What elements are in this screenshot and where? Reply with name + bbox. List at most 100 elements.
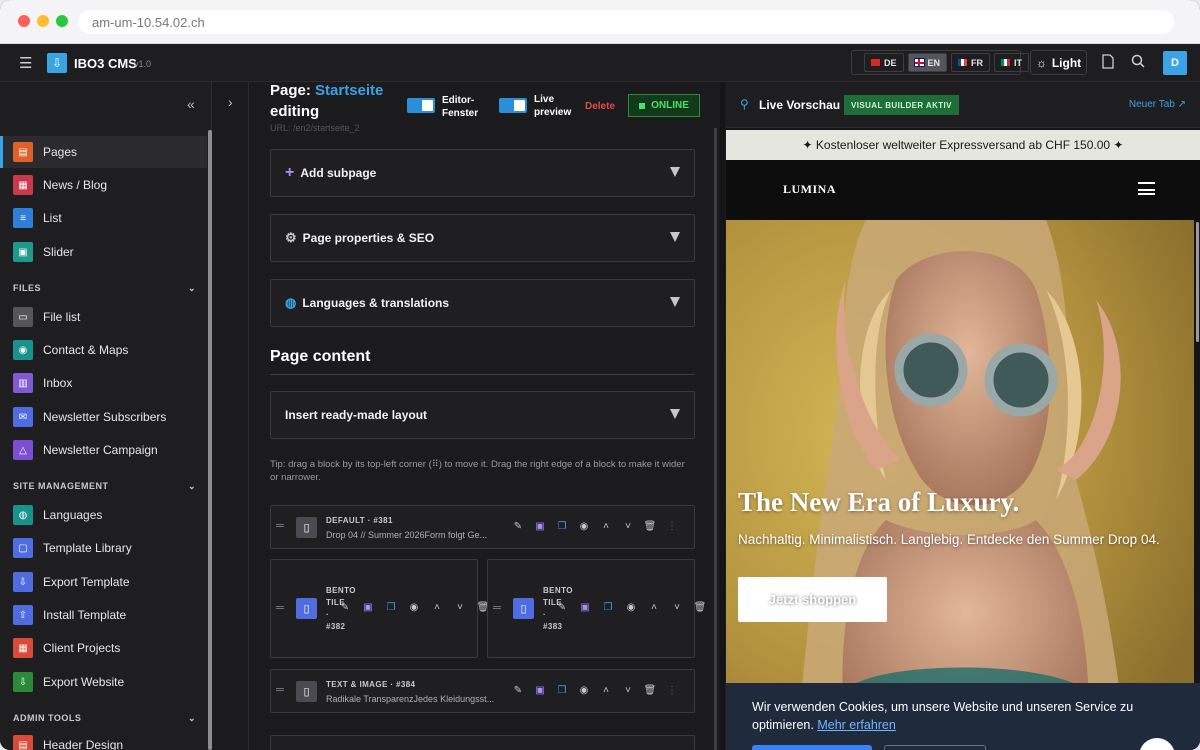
live-preview-toggle[interactable] — [499, 98, 527, 113]
page-properties-accordion[interactable]: ⚙ Page properties & SEO — [270, 214, 695, 262]
site-menu-icon[interactable] — [1138, 182, 1155, 195]
move-down-icon[interactable]: ˅ — [670, 602, 684, 613]
content-block-381[interactable]: ═ ▯ DEFAULT · #381 Drop 04 // Summer 202… — [270, 505, 695, 549]
cookie-decline-button[interactable] — [884, 745, 986, 750]
accessibility-icon[interactable] — [1139, 738, 1175, 750]
delete-page-button[interactable]: Delete — [585, 101, 615, 112]
sidebar-item-client-projects[interactable]: ▦ Client Projects — [0, 632, 207, 664]
sidebar-item-newsletter-subscribers[interactable]: ✉ Newsletter Subscribers — [0, 401, 207, 433]
sidebar-item-newsletter-campaign[interactable]: △ Newsletter Campaign — [0, 434, 207, 466]
copy-icon[interactable]: ❐ — [384, 602, 398, 613]
hamburger-menu-icon[interactable]: ☰ — [19, 54, 32, 72]
languages-translations-accordion[interactable]: ◍ Languages & translations — [270, 279, 695, 327]
sidebar-item-export-website[interactable]: ⇩ Export Website — [0, 666, 207, 698]
online-status-button[interactable]: ONLINE — [628, 94, 700, 117]
copy-icon[interactable]: ❐ — [555, 521, 569, 532]
maximize-window-button[interactable] — [56, 15, 68, 27]
more-icon[interactable]: ⋮ — [665, 521, 679, 532]
drag-handle-icon[interactable]: ═ — [276, 602, 284, 614]
sidebar-item-slider[interactable]: ▣ Slider — [0, 236, 207, 268]
sidebar-item-news-blog[interactable]: ▦ News / Blog — [0, 169, 207, 201]
more-icon[interactable]: ⋮ — [665, 685, 679, 696]
paste-icon[interactable]: ▣ — [533, 521, 547, 532]
eye-icon[interactable]: ◉ — [577, 521, 591, 532]
cookie-accept-button[interactable] — [752, 745, 872, 750]
caret-down-icon — [670, 409, 680, 419]
sidebar-item-inbox[interactable]: ▥ Inbox — [0, 367, 207, 399]
lang-en-label: EN — [927, 57, 941, 68]
move-up-icon[interactable]: ˄ — [647, 602, 661, 613]
copy-icon[interactable]: ❐ — [555, 685, 569, 696]
preview-scrollbar[interactable] — [1196, 222, 1199, 342]
sidebar-item-languages[interactable]: ◍ Languages — [0, 499, 207, 531]
panel-resizer[interactable] — [720, 82, 725, 750]
lang-en-button[interactable]: EN — [907, 53, 948, 72]
sidebar-scrollbar[interactable] — [208, 130, 212, 750]
expand-tree-icon[interactable]: › — [228, 94, 233, 110]
close-window-button[interactable] — [18, 15, 30, 27]
lang-fr-button[interactable]: FR — [951, 53, 991, 72]
document-icon[interactable] — [1102, 54, 1114, 72]
content-block-382[interactable]: ═ ▯ BENTO TILE · #382 ✎ ▣ ❐ ◉ ˄ ˅ 🗑 — [270, 559, 489, 658]
collapse-sidebar-icon[interactable]: « — [187, 96, 195, 112]
drag-handle-icon[interactable]: ═ — [493, 602, 501, 614]
sidebar-item-contact-maps[interactable]: ◉ Contact & Maps — [0, 334, 207, 366]
paste-icon[interactable]: ▣ — [578, 602, 592, 613]
trash-icon[interactable]: 🗑 — [643, 685, 657, 696]
sidebar-item-list[interactable]: ≡ List — [0, 202, 207, 234]
paste-icon[interactable]: ▣ — [361, 602, 375, 613]
copy-icon[interactable]: ❐ — [601, 602, 615, 613]
move-up-icon[interactable]: ˄ — [599, 685, 613, 696]
shop-now-button[interactable]: Jetzt shoppen — [738, 577, 887, 622]
content-block-next[interactable] — [270, 735, 695, 750]
projects-icon: ▦ — [13, 638, 33, 658]
site-logo[interactable]: LUMINA — [783, 182, 836, 197]
edit-icon[interactable]: ✎ — [555, 602, 569, 613]
move-down-icon[interactable]: ˅ — [453, 602, 467, 613]
user-avatar[interactable]: D — [1163, 51, 1187, 75]
theme-toggle-button[interactable]: ☼ Light — [1030, 50, 1087, 75]
page-name-link[interactable]: Startseite — [315, 82, 383, 99]
trash-icon[interactable]: 🗑 — [693, 602, 707, 613]
address-bar[interactable]: am-um-10.54.02.ch — [78, 10, 1174, 34]
edit-icon[interactable]: ✎ — [511, 521, 525, 532]
eye-icon[interactable]: ◉ — [624, 602, 638, 613]
insert-layout-accordion[interactable]: Insert ready-made layout — [270, 391, 695, 439]
editor-scrollbar[interactable] — [714, 128, 717, 750]
preview-title: Live Vorschau — [759, 98, 841, 112]
section-admin-tools-heading[interactable]: ADMIN TOOLS ⌄ — [13, 713, 196, 724]
folder-icon: ▭ — [13, 307, 33, 327]
sidebar-item-pages[interactable]: ▤ Pages — [0, 136, 207, 168]
section-files-heading[interactable]: FILES ⌄ — [13, 283, 196, 294]
edit-icon[interactable]: ✎ — [338, 602, 352, 613]
add-subpage-accordion[interactable]: + Add subpage — [270, 149, 695, 197]
sidebar-item-template-library[interactable]: ▢ Template Library — [0, 532, 207, 564]
eye-icon[interactable]: ◉ — [407, 602, 421, 613]
sidebar-item-header-design[interactable]: ▤ Header Design — [0, 729, 207, 750]
content-block-383[interactable]: ═ ▯ BENTO TILE · #383 ✎ ▣ ❐ ◉ ˄ ˅ 🗑 — [487, 559, 706, 658]
move-up-icon[interactable]: ˄ — [599, 521, 613, 532]
move-down-icon[interactable]: ˅ — [621, 521, 635, 532]
move-up-icon[interactable]: ˄ — [430, 602, 444, 613]
sidebar-item-label: Newsletter Campaign — [43, 443, 158, 457]
edit-icon[interactable]: ✎ — [511, 685, 525, 696]
drag-handle-icon[interactable]: ═ — [276, 520, 284, 532]
eye-icon[interactable]: ◉ — [577, 685, 591, 696]
search-icon[interactable] — [1131, 54, 1145, 72]
lang-it-button[interactable]: IT — [994, 53, 1030, 72]
content-block-384[interactable]: ═ ▯ TEXT & IMAGE · #384 Radikale Transpa… — [270, 669, 695, 713]
lang-de-label: DE — [884, 57, 897, 68]
sidebar-item-install-template[interactable]: ⇧ Install Template — [0, 599, 207, 631]
lang-de-button[interactable]: DE — [864, 53, 904, 72]
paste-icon[interactable]: ▣ — [533, 685, 547, 696]
editor-window-toggle[interactable] — [407, 98, 435, 113]
trash-icon[interactable]: 🗑 — [643, 521, 657, 532]
open-new-tab-link[interactable]: Neuer Tab ↗ — [1129, 99, 1186, 110]
cookie-more-link[interactable]: Mehr erfahren — [817, 718, 896, 732]
sidebar-item-file-list[interactable]: ▭ File list — [0, 301, 207, 333]
sidebar-item-export-template[interactable]: ⇩ Export Template — [0, 566, 207, 598]
section-site-management-heading[interactable]: SITE MANAGEMENT ⌄ — [13, 481, 196, 492]
drag-handle-icon[interactable]: ═ — [276, 684, 284, 696]
minimize-window-button[interactable] — [37, 15, 49, 27]
move-down-icon[interactable]: ˅ — [621, 685, 635, 696]
